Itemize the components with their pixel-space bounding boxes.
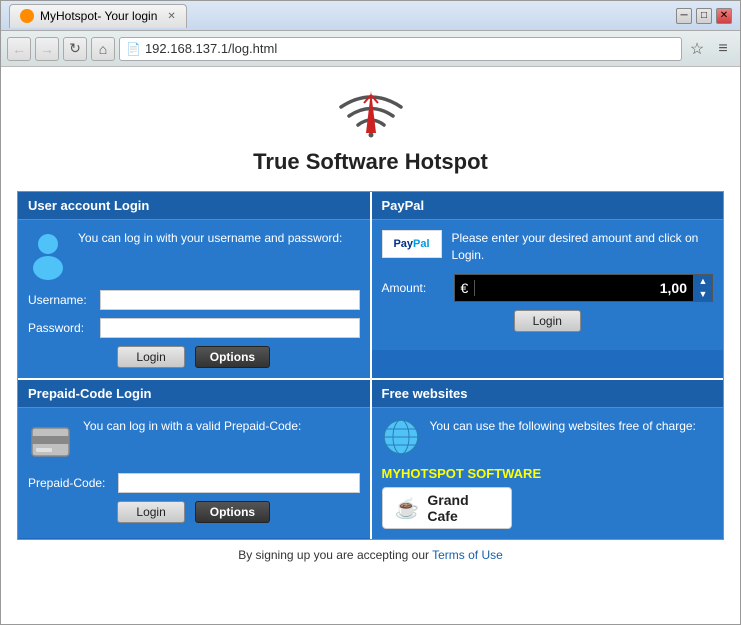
paypal-description: Please enter your desired amount and cli… bbox=[452, 230, 714, 264]
browser-window: MyHotspot- Your login ✕ ─ □ ✕ ← → ↻ ⌂ 📄 … bbox=[0, 0, 741, 625]
address-input[interactable] bbox=[145, 41, 675, 56]
prepaid-login-button[interactable]: Login bbox=[117, 501, 184, 523]
address-bar-wrap: 📄 bbox=[119, 37, 682, 61]
grand-cafe-label: Grand Cafe bbox=[427, 492, 498, 524]
password-row: Password: bbox=[28, 318, 360, 338]
free-websites-body: You can use the following websites free … bbox=[372, 408, 724, 539]
amount-spinner: ▲ ▼ bbox=[693, 275, 712, 301]
username-label: Username: bbox=[28, 293, 100, 307]
paypal-panel: PayPal PayPal Please enter your desired … bbox=[372, 192, 724, 378]
tab-favicon-icon bbox=[20, 9, 34, 23]
amount-value: 1,00 bbox=[475, 280, 693, 296]
paypal-login-button[interactable]: Login bbox=[514, 310, 581, 332]
paypal-panel-body: PayPal Please enter your desired amount … bbox=[372, 220, 724, 350]
tab-label: MyHotspot- Your login bbox=[40, 9, 157, 23]
prepaid-panel: Prepaid-Code Login You can log in with a… bbox=[18, 380, 370, 539]
prepaid-avatar-icon bbox=[28, 418, 73, 463]
amount-input-wrap: € 1,00 ▲ ▼ bbox=[454, 274, 714, 302]
username-row: Username: bbox=[28, 290, 360, 310]
prepaid-intro: You can log in with a valid Prepaid-Code… bbox=[28, 418, 360, 463]
page-content: True Software Hotspot User account Login bbox=[1, 67, 740, 624]
paypal-btn-row: Login bbox=[382, 310, 714, 332]
panels-grid: User account Login You can log in with y… bbox=[17, 191, 724, 540]
coffee-icon: ☕ bbox=[395, 496, 420, 521]
euro-sign: € bbox=[455, 280, 476, 296]
grand-cafe-button[interactable]: ☕ Grand Cafe bbox=[382, 487, 512, 529]
back-button[interactable]: ← bbox=[7, 37, 31, 61]
user-avatar-icon bbox=[28, 230, 68, 280]
title-bar: MyHotspot- Your login ✕ ─ □ ✕ bbox=[1, 1, 740, 31]
amount-label: Amount: bbox=[382, 281, 454, 295]
free-websites-panel: Free websites You can use t bbox=[372, 380, 724, 539]
user-btn-row: Login Options bbox=[28, 346, 360, 368]
free-websites-description: You can use the following websites free … bbox=[430, 418, 696, 435]
close-button[interactable]: ✕ bbox=[716, 8, 732, 24]
footer: By signing up you are accepting our Term… bbox=[17, 540, 724, 566]
user-panel-header: User account Login bbox=[18, 192, 370, 220]
paypal-logo: PayPal bbox=[382, 230, 442, 258]
menu-icon[interactable]: ≡ bbox=[712, 38, 734, 60]
prepaid-panel-body: You can log in with a valid Prepaid-Code… bbox=[18, 408, 370, 538]
myhotspot-label: MYHOTSPOT SOFTWARE bbox=[382, 466, 714, 481]
paypal-intro: PayPal Please enter your desired amount … bbox=[382, 230, 714, 264]
address-file-icon: 📄 bbox=[126, 42, 141, 56]
user-panel-body: You can log in with your username and pa… bbox=[18, 220, 370, 378]
user-panel-intro: You can log in with your username and pa… bbox=[28, 230, 360, 280]
user-description: You can log in with your username and pa… bbox=[78, 230, 342, 247]
browser-tab[interactable]: MyHotspot- Your login ✕ bbox=[9, 4, 187, 28]
user-login-button[interactable]: Login bbox=[117, 346, 184, 368]
prepaid-input-row: Prepaid-Code: bbox=[28, 473, 360, 493]
terms-link[interactable]: Terms of Use bbox=[432, 548, 503, 562]
prepaid-code-input[interactable] bbox=[118, 473, 360, 493]
username-input[interactable] bbox=[100, 290, 360, 310]
prepaid-options-button[interactable]: Options bbox=[195, 501, 270, 523]
hotspot-header: True Software Hotspot bbox=[17, 83, 724, 175]
user-options-button[interactable]: Options bbox=[195, 346, 270, 368]
amount-up-button[interactable]: ▲ bbox=[694, 275, 712, 288]
wifi-icon bbox=[17, 83, 724, 143]
password-input[interactable] bbox=[100, 318, 360, 338]
user-login-panel: User account Login You can log in with y… bbox=[18, 192, 370, 378]
prepaid-code-label: Prepaid-Code: bbox=[28, 476, 118, 490]
password-label: Password: bbox=[28, 321, 100, 335]
prepaid-panel-header: Prepaid-Code Login bbox=[18, 380, 370, 408]
globe-icon bbox=[382, 418, 420, 456]
amount-down-button[interactable]: ▼ bbox=[694, 288, 712, 301]
maximize-button[interactable]: □ bbox=[696, 8, 712, 24]
free-websites-header: Free websites bbox=[372, 380, 724, 408]
minimize-button[interactable]: ─ bbox=[676, 8, 692, 24]
free-websites-intro: You can use the following websites free … bbox=[382, 418, 714, 456]
footer-text: By signing up you are accepting our bbox=[238, 548, 432, 562]
nav-bar: ← → ↻ ⌂ 📄 ☆ ≡ bbox=[1, 31, 740, 67]
tab-close-icon[interactable]: ✕ bbox=[167, 11, 175, 22]
prepaid-btn-row: Login Options bbox=[28, 501, 360, 523]
reload-button[interactable]: ↻ bbox=[63, 37, 87, 61]
paypal-panel-header: PayPal bbox=[372, 192, 724, 220]
forward-button[interactable]: → bbox=[35, 37, 59, 61]
nav-right-controls: ☆ ≡ bbox=[686, 38, 734, 60]
amount-row: Amount: € 1,00 ▲ ▼ bbox=[382, 274, 714, 302]
bookmark-icon[interactable]: ☆ bbox=[686, 38, 708, 60]
window-controls: ─ □ ✕ bbox=[676, 8, 732, 24]
hotspot-title: True Software Hotspot bbox=[17, 149, 724, 175]
home-button[interactable]: ⌂ bbox=[91, 37, 115, 61]
prepaid-description: You can log in with a valid Prepaid-Code… bbox=[83, 418, 301, 435]
